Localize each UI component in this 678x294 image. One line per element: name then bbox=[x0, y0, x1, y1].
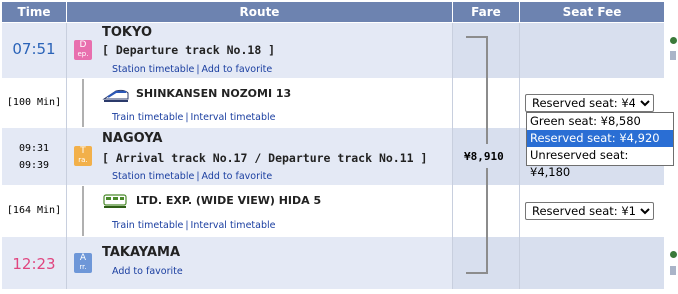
train-timetable-link[interactable]: Train timetable bbox=[112, 220, 183, 231]
station-name-nagoya[interactable]: NAGOYA bbox=[102, 131, 162, 146]
globe-icon[interactable] bbox=[670, 251, 677, 258]
stop-row-takayama bbox=[2, 237, 452, 289]
station-name-takayama[interactable]: TAKAYAMA bbox=[102, 245, 180, 260]
travel-duration: [100 Min] bbox=[6, 97, 62, 108]
departure-time: 09:39 bbox=[18, 160, 50, 171]
column-divider bbox=[66, 23, 67, 289]
station-timetable-link[interactable]: Station timetable bbox=[112, 171, 194, 182]
transfer-badge: T ra. bbox=[74, 146, 92, 166]
train-name: SHINKANSEN NOZOMI 13 bbox=[136, 87, 292, 100]
station-links: Station timetable | Add to favorite bbox=[112, 64, 273, 75]
add-favorite-link[interactable]: Add to favorite bbox=[202, 171, 273, 182]
fare-bracket-bottom bbox=[466, 168, 488, 274]
departure-time: 07:51 bbox=[12, 40, 56, 58]
add-favorite-link[interactable]: Add to favorite bbox=[112, 266, 183, 277]
track-info: [ Departure track No.18 ] bbox=[102, 43, 276, 57]
column-divider bbox=[519, 23, 520, 289]
train-timetable-link[interactable]: Train timetable bbox=[112, 112, 183, 123]
badge-suffix: ep. bbox=[77, 50, 89, 58]
header-time: Time bbox=[2, 2, 66, 22]
badge-letter: T bbox=[80, 146, 86, 156]
document-icon[interactable] bbox=[670, 51, 676, 60]
header-fare: Fare bbox=[453, 2, 519, 22]
travel-duration: [164 Min] bbox=[6, 205, 62, 216]
add-favorite-link[interactable]: Add to favorite bbox=[202, 64, 273, 75]
seat-option-reserved[interactable]: Reserved seat: ¥4,920 bbox=[527, 130, 673, 147]
globe-icon[interactable] bbox=[670, 37, 677, 44]
document-icon[interactable] bbox=[670, 266, 676, 275]
seat-option-green[interactable]: Green seat: ¥8,580 bbox=[527, 113, 673, 130]
total-fare: ¥8,910 bbox=[464, 150, 504, 163]
seat-fee-dropdown-list: Green seat: ¥8,580 Reserved seat: ¥4,920… bbox=[526, 112, 674, 179]
seat-fee-select[interactable]: Reserved seat: ¥4 bbox=[525, 94, 654, 112]
interval-timetable-link[interactable]: Interval timetable bbox=[191, 220, 276, 231]
badge-letter: A bbox=[79, 253, 87, 263]
route-line bbox=[82, 79, 84, 127]
station-links: Add to favorite bbox=[112, 266, 183, 277]
station-timetable-link[interactable]: Station timetable bbox=[112, 64, 194, 75]
train-links: Train timetable | Interval timetable bbox=[112, 220, 276, 231]
fare-bracket-top bbox=[466, 36, 488, 144]
route-line bbox=[82, 186, 84, 236]
column-divider bbox=[452, 23, 453, 289]
badge-suffix: ra. bbox=[78, 156, 88, 164]
header-route: Route bbox=[67, 2, 452, 22]
seat-fee-select[interactable]: Reserved seat: ¥1 bbox=[525, 202, 654, 220]
station-links: Station timetable | Add to favorite bbox=[112, 171, 273, 182]
shinkansen-icon bbox=[102, 85, 130, 105]
departure-badge: D ep. bbox=[74, 40, 92, 60]
track-info: [ Arrival track No.17 / Departure track … bbox=[102, 151, 428, 165]
badge-suffix: rr. bbox=[79, 263, 87, 271]
train-links: Train timetable | Interval timetable bbox=[112, 112, 276, 123]
arrival-badge: A rr. bbox=[74, 253, 92, 273]
arrival-time: 09:31 bbox=[18, 143, 50, 154]
header-seat-fee: Seat Fee bbox=[520, 2, 664, 22]
train-name: LTD. EXP. (WIDE VIEW) HIDA 5 bbox=[136, 194, 322, 207]
interval-timetable-link[interactable]: Interval timetable bbox=[191, 112, 276, 123]
arrival-time: 12:23 bbox=[12, 255, 56, 273]
limited-express-icon bbox=[102, 192, 128, 210]
badge-letter: D bbox=[79, 40, 87, 50]
seat-option-unreserved[interactable]: Unreserved seat: ¥4,180 bbox=[527, 147, 673, 179]
station-name-tokyo[interactable]: TOKYO bbox=[102, 25, 152, 40]
